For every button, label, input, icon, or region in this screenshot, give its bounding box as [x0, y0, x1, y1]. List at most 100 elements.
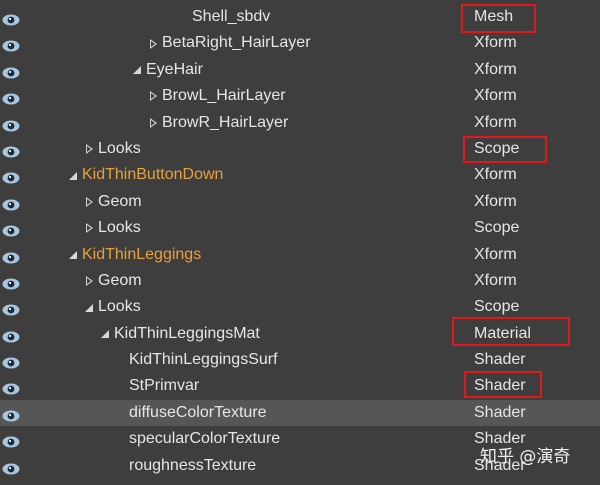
collapse-arrow-icon[interactable] — [68, 249, 80, 261]
row-name-wrap: specularColorTexture — [129, 426, 280, 452]
prim-name: BrowL_HairLayer — [162, 87, 286, 105]
tree-row[interactable]: BrowL_HairLayer Xform — [0, 83, 600, 109]
expand-arrow-icon[interactable] — [84, 143, 96, 155]
tree-row[interactable]: Geom Xform — [0, 268, 600, 294]
tree-row[interactable]: EyeHair Xform — [0, 57, 600, 83]
row-name-wrap: KidThinLeggingsMat — [100, 321, 260, 347]
prim-name: Shell_sbdv — [192, 8, 271, 25]
expand-arrow-icon[interactable] — [84, 196, 96, 208]
row-name-wrap: BrowL_HairLayer — [148, 83, 286, 109]
tree-row[interactable]: StPrimvar Shader — [0, 373, 600, 399]
prim-type: Shader — [474, 351, 526, 369]
tree-row[interactable]: KidThinLeggingsSurf Shader — [0, 347, 600, 373]
eye-icon[interactable] — [2, 274, 20, 290]
row-name-wrap: Shell_sbdv — [192, 4, 270, 30]
prim-type: Xform — [474, 87, 517, 105]
tree-row[interactable]: KidThinButtonDown Xform — [0, 162, 600, 188]
eye-icon[interactable] — [2, 221, 20, 237]
prim-name: Geom — [98, 192, 142, 210]
tree-row[interactable]: Shell_sbdv Mesh — [0, 4, 600, 30]
eye-icon[interactable] — [2, 248, 20, 264]
prim-type: Xform — [474, 192, 517, 210]
watermark: 知乎 @演奇 — [480, 447, 571, 467]
eye-icon[interactable] — [2, 10, 20, 26]
tree-row[interactable]: BrowR_HairLayer Xform — [0, 110, 600, 136]
prim-type: Shader — [474, 377, 526, 395]
prim-type: Xform — [474, 113, 517, 131]
expand-arrow-icon[interactable] — [148, 38, 160, 50]
tree-row[interactable]: KidThinLeggingsMat Material — [0, 321, 600, 347]
prim-name: KidThinLeggings — [82, 245, 202, 263]
prim-name: KidThinLeggingsSurf — [129, 351, 278, 369]
row-name-wrap: Geom — [84, 189, 142, 215]
row-name-wrap: diffuseColorTexture — [129, 400, 267, 426]
prim-name: EyeHair — [146, 60, 203, 78]
prim-type: Shader — [474, 403, 526, 421]
prim-type: Xform — [474, 245, 517, 263]
collapse-arrow-icon[interactable] — [100, 328, 112, 340]
prim-type: Xform — [474, 271, 517, 289]
prim-name: Geom — [98, 271, 142, 289]
prim-name: Looks — [98, 298, 141, 316]
tree-row[interactable]: KidThinLeggings Xform — [0, 242, 600, 268]
eye-icon[interactable] — [2, 300, 20, 316]
eye-icon[interactable] — [2, 406, 20, 422]
prim-name: Looks — [98, 139, 141, 157]
eye-icon[interactable] — [2, 142, 20, 158]
prim-type: Mesh — [474, 8, 514, 25]
prim-name: roughnessTexture — [129, 456, 257, 474]
tree-rows: Shell_sbdv Mesh BetaRight_HairLayer Xform Ey… — [0, 4, 600, 479]
prim-name: diffuseColorTexture — [129, 403, 267, 421]
prim-name: KidThinButtonDown — [82, 166, 224, 184]
eye-icon[interactable] — [2, 36, 20, 52]
eye-icon[interactable] — [2, 459, 20, 475]
prim-type: Scope — [474, 139, 520, 157]
eye-icon[interactable] — [2, 353, 20, 369]
collapse-arrow-icon[interactable] — [84, 302, 96, 314]
tree-row[interactable]: diffuseColorTexture Shader — [0, 399, 600, 427]
prim-name: specularColorTexture — [129, 430, 281, 448]
tree-row[interactable]: Looks Scope — [0, 136, 600, 162]
prim-type: Xform — [474, 166, 517, 184]
prim-type: Material — [474, 324, 531, 342]
eye-icon[interactable] — [2, 63, 20, 79]
expand-arrow-icon[interactable] — [84, 275, 96, 287]
row-name-wrap: StPrimvar — [129, 373, 199, 399]
prim-type: Scope — [474, 219, 520, 237]
eye-icon[interactable] — [2, 89, 20, 105]
prim-name: BetaRight_HairLayer — [162, 34, 311, 52]
eye-icon[interactable] — [2, 432, 20, 448]
row-name-wrap: Looks — [84, 215, 141, 241]
collapse-arrow-icon[interactable] — [132, 64, 144, 76]
eye-icon[interactable] — [2, 168, 20, 184]
eye-icon[interactable] — [2, 379, 20, 395]
prim-name: KidThinLeggingsMat — [114, 324, 260, 342]
prim-type: Xform — [474, 34, 517, 52]
prim-type: Scope — [474, 298, 520, 316]
row-name-wrap: BetaRight_HairLayer — [148, 30, 311, 56]
outliner-tree: Shell_sbdv Mesh BetaRight_HairLayer Xform Ey… — [0, 4, 600, 479]
row-name-wrap: KidThinLeggings — [68, 242, 201, 268]
row-name-wrap: Looks — [84, 136, 141, 162]
row-name-wrap: roughnessTexture — [129, 453, 256, 479]
prim-type: Xform — [474, 60, 517, 78]
prim-name: Looks — [98, 219, 141, 237]
tree-row[interactable]: Looks Scope — [0, 215, 600, 241]
row-name-wrap: EyeHair — [132, 57, 203, 83]
row-name-wrap: BrowR_HairLayer — [148, 110, 288, 136]
tree-row[interactable]: BetaRight_HairLayer Xform — [0, 30, 600, 56]
eye-icon[interactable] — [2, 116, 20, 132]
tree-row[interactable]: Geom Xform — [0, 189, 600, 215]
tree-row[interactable]: Looks Scope — [0, 294, 600, 320]
row-name-wrap: Geom — [84, 268, 142, 294]
eye-icon[interactable] — [2, 327, 20, 343]
prim-name: BrowR_HairLayer — [162, 113, 289, 131]
row-name-wrap: Looks — [84, 294, 141, 320]
expand-arrow-icon[interactable] — [148, 90, 160, 102]
eye-icon[interactable] — [2, 195, 20, 211]
row-name-wrap: KidThinLeggingsSurf — [129, 347, 278, 373]
expand-arrow-icon[interactable] — [148, 117, 160, 129]
expand-arrow-icon[interactable] — [84, 222, 96, 234]
row-name-wrap: KidThinButtonDown — [68, 162, 223, 188]
collapse-arrow-icon[interactable] — [68, 170, 80, 182]
